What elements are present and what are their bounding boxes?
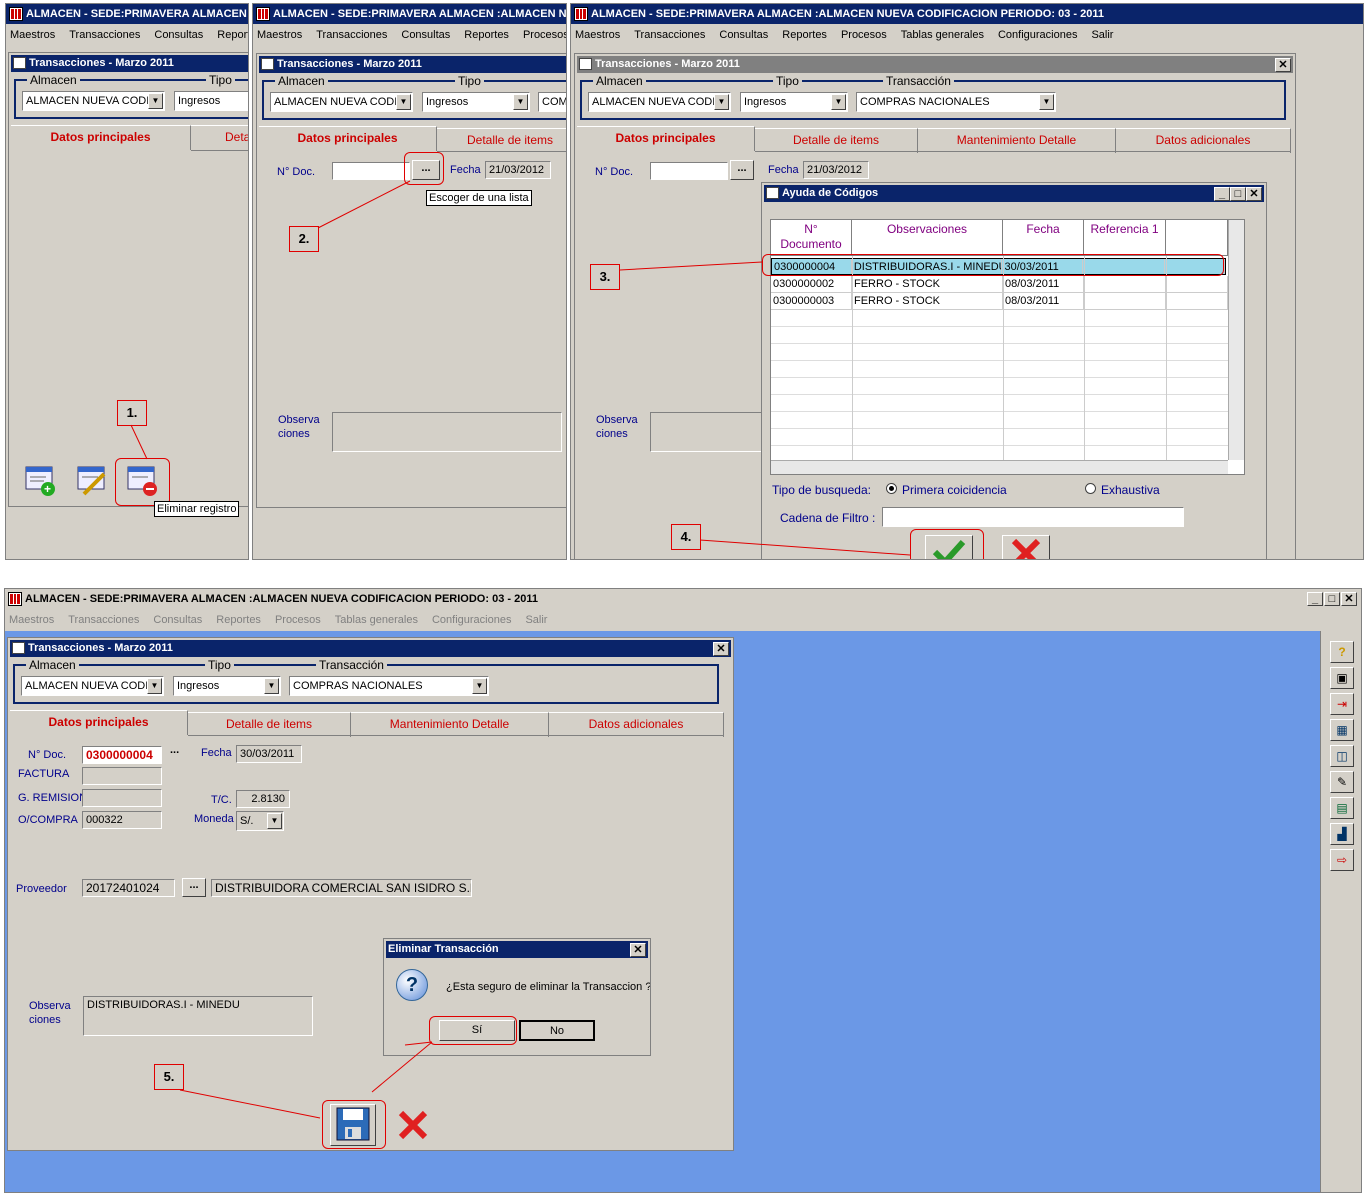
arrow-step-5b — [371, 1041, 433, 1093]
arrow-step-3 — [619, 261, 763, 271]
arrow-step-2 — [317, 180, 411, 229]
arrow-step-5a — [179, 1089, 321, 1119]
annotation-lines — [130, 180, 911, 1119]
arrow-step-1 — [130, 424, 148, 460]
arrow-step-5c — [404, 1041, 433, 1046]
arrow-step-4 — [699, 539, 911, 556]
